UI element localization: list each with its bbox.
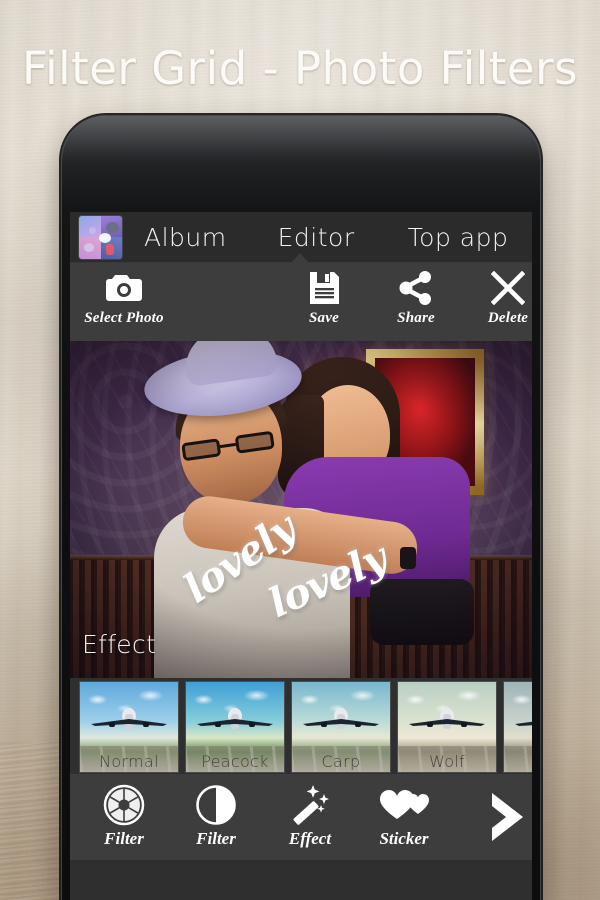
close-x-icon (491, 268, 525, 308)
app-navbar: Album Editor Top app (70, 212, 532, 263)
nav-tab-list: Album Editor Top app (122, 223, 532, 252)
photo-vignette (70, 341, 532, 678)
photo-canvas[interactable]: lovely lovely (70, 341, 532, 678)
camera-icon (103, 268, 145, 308)
effect-label: Po (504, 752, 532, 771)
effect-thumb-normal[interactable]: Normal (80, 682, 178, 772)
save-floppy-icon (308, 268, 340, 308)
effect-thumbnail-list[interactable]: Normal Peacock Carp Wolf (70, 678, 532, 774)
effect-label: Peacock (201, 752, 269, 771)
app-grid-icon[interactable] (79, 215, 122, 259)
hearts-icon (378, 782, 430, 828)
filter-aperture-label: Filter (104, 829, 144, 848)
active-tab-caret-icon (291, 253, 309, 263)
editor-toolbar: Select Photo Save Share Delete (70, 263, 532, 341)
chevron-right-icon (483, 782, 529, 852)
delete-button[interactable]: Delete (462, 268, 532, 327)
editor-bottom-bar: Filter Filter Effect Sticker (70, 774, 532, 860)
effect-thumb-carp[interactable]: Carp (292, 682, 390, 772)
share-button[interactable]: Share (370, 268, 462, 327)
select-photo-button[interactable]: Select Photo (78, 268, 170, 327)
tab-album[interactable]: Album (144, 223, 227, 252)
effect-button[interactable]: Effect (264, 782, 356, 849)
effect-label: Normal (99, 752, 159, 771)
save-label: Save (309, 310, 339, 326)
filter-aperture-button[interactable]: Filter (78, 782, 170, 849)
save-button[interactable]: Save (278, 268, 370, 327)
effect-label: Wolf (429, 752, 465, 771)
contrast-icon (194, 782, 238, 828)
share-icon (398, 268, 434, 308)
aperture-icon (102, 782, 146, 828)
airplane-icon (303, 708, 379, 729)
airplane-icon (515, 721, 532, 726)
filter-contrast-button[interactable]: Filter (170, 782, 262, 849)
airplane-icon (409, 708, 485, 729)
edited-photo: lovely lovely (70, 341, 532, 678)
app-screen: Album Editor Top app Select Photo Save S… (70, 212, 532, 900)
effect-strip-title: Effect (82, 630, 157, 659)
tab-top-app[interactable]: Top app (408, 223, 509, 252)
airplane-icon (91, 708, 167, 729)
sticker-button[interactable]: Sticker (358, 782, 450, 849)
effect-label: Carp (321, 752, 361, 771)
delete-label: Delete (487, 310, 529, 326)
filter-contrast-label: Filter (196, 829, 236, 848)
select-photo-label: Select Photo (84, 310, 164, 326)
magic-wand-icon (288, 782, 332, 828)
effect-thumb-wolf[interactable]: Wolf (398, 682, 496, 772)
effect-strip: Effect Normal Peacock Carp Wolf (70, 630, 532, 774)
sticker-label: Sticker (379, 829, 429, 848)
phone-device-frame: Album Editor Top app Select Photo Save S… (62, 116, 540, 900)
airplane-icon (197, 708, 273, 729)
page-title: Filter Grid - Photo Filters (21, 42, 579, 95)
effect-label-bottom: Effect (288, 829, 332, 848)
effect-thumb-partial[interactable]: Po (504, 682, 532, 772)
next-button[interactable] (460, 782, 532, 853)
effect-thumb-peacock[interactable]: Peacock (186, 682, 284, 772)
tab-editor[interactable]: Editor (278, 223, 355, 252)
share-label: Share (397, 310, 435, 326)
